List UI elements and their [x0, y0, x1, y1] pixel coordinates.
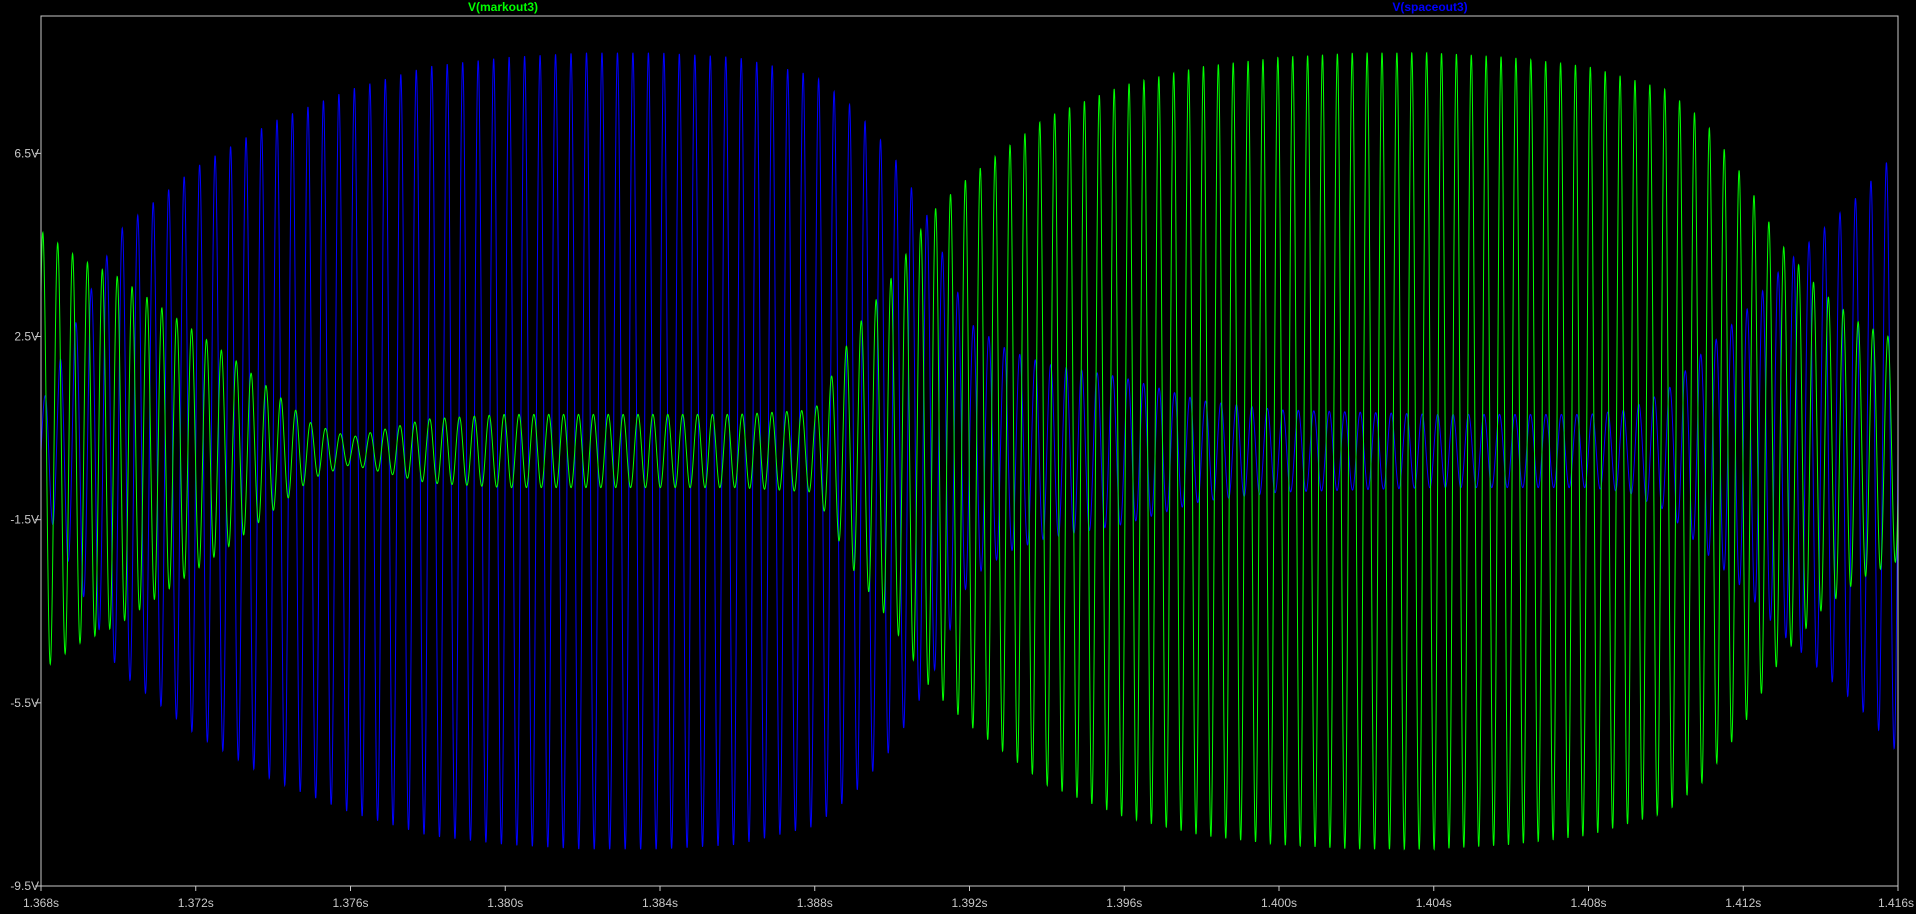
x-tick-label: 1.372s: [178, 896, 214, 910]
y-tick-label: 6.5V: [14, 146, 39, 160]
x-tick-label: 1.376s: [332, 896, 368, 910]
x-tick-label: 1.416s: [1878, 896, 1914, 910]
x-tick-label: 1.392s: [951, 896, 987, 910]
y-tick-label: -9.5V: [10, 879, 39, 893]
x-tick-label: 1.404s: [1416, 896, 1452, 910]
x-tick-label: 1.368s: [23, 896, 59, 910]
plot-window: 6.5V 2.5V -1.5V -5.5V -9.5V 1.368s 1.372s 1.376…: [0, 0, 1916, 914]
y-tick-label: -5.5V: [10, 696, 39, 710]
x-tick-label: 1.388s: [797, 896, 833, 910]
traces-layer: [40, 51, 1899, 851]
x-tick-label: 1.396s: [1106, 896, 1142, 910]
x-tick-label: 1.412s: [1725, 896, 1761, 910]
trace-title-markout3[interactable]: V(markout3): [468, 0, 538, 14]
x-tick-label: 1.384s: [642, 896, 678, 910]
y-tick-label: -1.5V: [10, 513, 39, 527]
y-tick-label: 2.5V: [14, 330, 39, 344]
waveform-plot[interactable]: 6.5V 2.5V -1.5V -5.5V -9.5V 1.368s 1.372s 1.376…: [0, 0, 1916, 914]
x-tick-label: 1.400s: [1261, 896, 1297, 910]
x-tick-label: 1.380s: [487, 896, 523, 910]
x-tick-label: 1.408s: [1570, 896, 1606, 910]
trace-titles: V(markout3) V(spaceout3): [468, 0, 1468, 14]
trace-title-spaceout3[interactable]: V(spaceout3): [1392, 0, 1467, 14]
